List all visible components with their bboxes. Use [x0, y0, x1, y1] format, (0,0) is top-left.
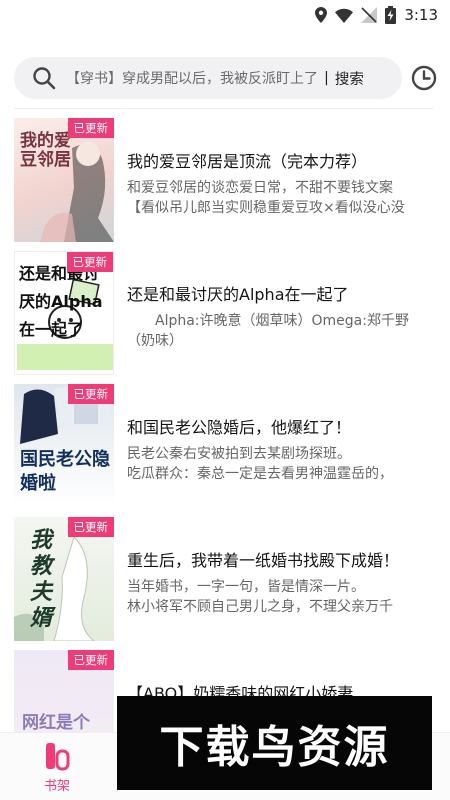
book-description: Alpha:许晚意（烟草味）Omega:郑千野 （奶味） — [127, 311, 437, 351]
updated-badge: 已更新 — [67, 118, 114, 138]
no-signal-icon — [361, 7, 378, 23]
book-title[interactable]: 和国民老公隐婚后，他爆红了！ — [127, 414, 351, 438]
tab-bookshelf[interactable]: 书架 — [17, 741, 97, 794]
book-item[interactable]: 还是和最讨厌的Alpha在一起了 已更新 还是和最讨厌的Alpha在一起了 Al… — [0, 251, 450, 384]
search-row: 【穿书】穿成男配以后，我被反派盯上了 | 搜索 — [14, 56, 438, 100]
status-time: 3:13 — [404, 6, 438, 24]
bookshelf-icon — [46, 743, 70, 771]
book-desc-line: 当年婚书，一字一句，皆是情深一片。 — [127, 579, 365, 595]
book-title[interactable]: 我的爱豆邻居是顶流（完本力荐） — [127, 148, 367, 172]
status-bar: 3:13 — [0, 0, 450, 32]
search-icon — [33, 67, 56, 90]
book-description: 民老公秦右安被拍到去某剧场探班。 吃瓜群众：秦总一定是去看男神温霆岳的， — [127, 444, 437, 484]
battery-icon — [385, 6, 397, 24]
history-clock-icon[interactable] — [410, 64, 438, 92]
book-desc-line: Alpha:许晚意（烟草味）Omega:郑千野 — [127, 313, 409, 329]
updated-badge: 已更新 — [66, 252, 113, 272]
book-title[interactable]: 重生后，我带着一纸婚书找殿下成婚！ — [127, 547, 399, 571]
tab-bookshelf-label: 书架 — [43, 779, 70, 794]
book-list: 我的爱豆邻居 已更新 我的爱豆邻居是顶流（完本力荐） 和爱豆邻居的谈恋爱日常，不… — [0, 118, 450, 783]
search-button[interactable]: 搜索 — [335, 68, 364, 89]
search-separator: | — [324, 70, 329, 86]
book-description: 和爱豆邻居的谈恋爱日常，不甜不要钱文案 【看似吊儿郎当实则稳重爱豆攻×看似没心没 — [127, 178, 437, 218]
search-input[interactable]: 【穿书】穿成男配以后，我被反派盯上了 | 搜索 — [14, 57, 402, 99]
cover-title: 我的爱豆邻居 — [20, 131, 71, 170]
book-desc-line: 【看似吊儿郎当实则稳重爱豆攻×看似没心没 — [127, 200, 405, 216]
updated-badge: 已更新 — [67, 384, 114, 404]
cover-title: 还是和最讨厌的Alpha在一起了 — [19, 264, 103, 339]
book-item[interactable]: 我的爱豆邻居 已更新 我的爱豆邻居是顶流（完本力荐） 和爱豆邻居的谈恋爱日常，不… — [0, 118, 450, 251]
book-desc-line: 民老公秦右安被拍到去某剧场探班。 — [127, 446, 351, 462]
cover-title: 国民老公隐婚啦 — [20, 449, 110, 494]
search-divider — [14, 108, 434, 109]
book-desc-line: 吃瓜群众：秦总一定是去看男神温霆岳的， — [127, 466, 393, 482]
updated-badge: 已更新 — [67, 517, 114, 537]
book-cover[interactable]: 我的爱豆邻居 已更新 — [14, 118, 114, 242]
book-cover[interactable]: 我教夫婿 已更新 — [14, 517, 114, 641]
book-cover[interactable]: 还是和最讨厌的Alpha在一起了 已更新 — [14, 251, 114, 375]
cover-title: 网红是个 — [22, 713, 90, 733]
watermark-banner: 下载鸟资源 — [117, 696, 432, 790]
updated-badge: 已更新 — [67, 650, 114, 670]
cover-title: 我教夫婿 — [30, 527, 53, 631]
book-item[interactable]: 国民老公隐婚啦 已更新 和国民老公隐婚后，他爆红了！ 民老公秦右安被拍到去某剧场… — [0, 384, 450, 517]
book-desc-line: 林小将军不顾自己男儿之身，不理父亲万千 — [127, 599, 393, 615]
book-item[interactable]: 我教夫婿 已更新 重生后，我带着一纸婚书找殿下成婚！ 当年婚书，一字一句，皆是情… — [0, 517, 450, 650]
watermark-text: 下载鸟资源 — [159, 722, 390, 773]
book-description: 当年婚书，一字一句，皆是情深一片。 林小将军不顾自己男儿之身，不理父亲万千 — [127, 577, 437, 617]
book-desc-line: （奶味） — [127, 333, 183, 349]
book-cover[interactable]: 国民老公隐婚啦 已更新 — [14, 384, 114, 508]
book-desc-line: 和爱豆邻居的谈恋爱日常，不甜不要钱文案 — [127, 180, 393, 196]
location-icon — [315, 7, 328, 23]
book-title[interactable]: 还是和最讨厌的Alpha在一起了 — [127, 281, 349, 305]
search-placeholder: 【穿书】穿成男配以后，我被反派盯上了 — [66, 71, 318, 87]
wifi-icon — [335, 8, 354, 23]
